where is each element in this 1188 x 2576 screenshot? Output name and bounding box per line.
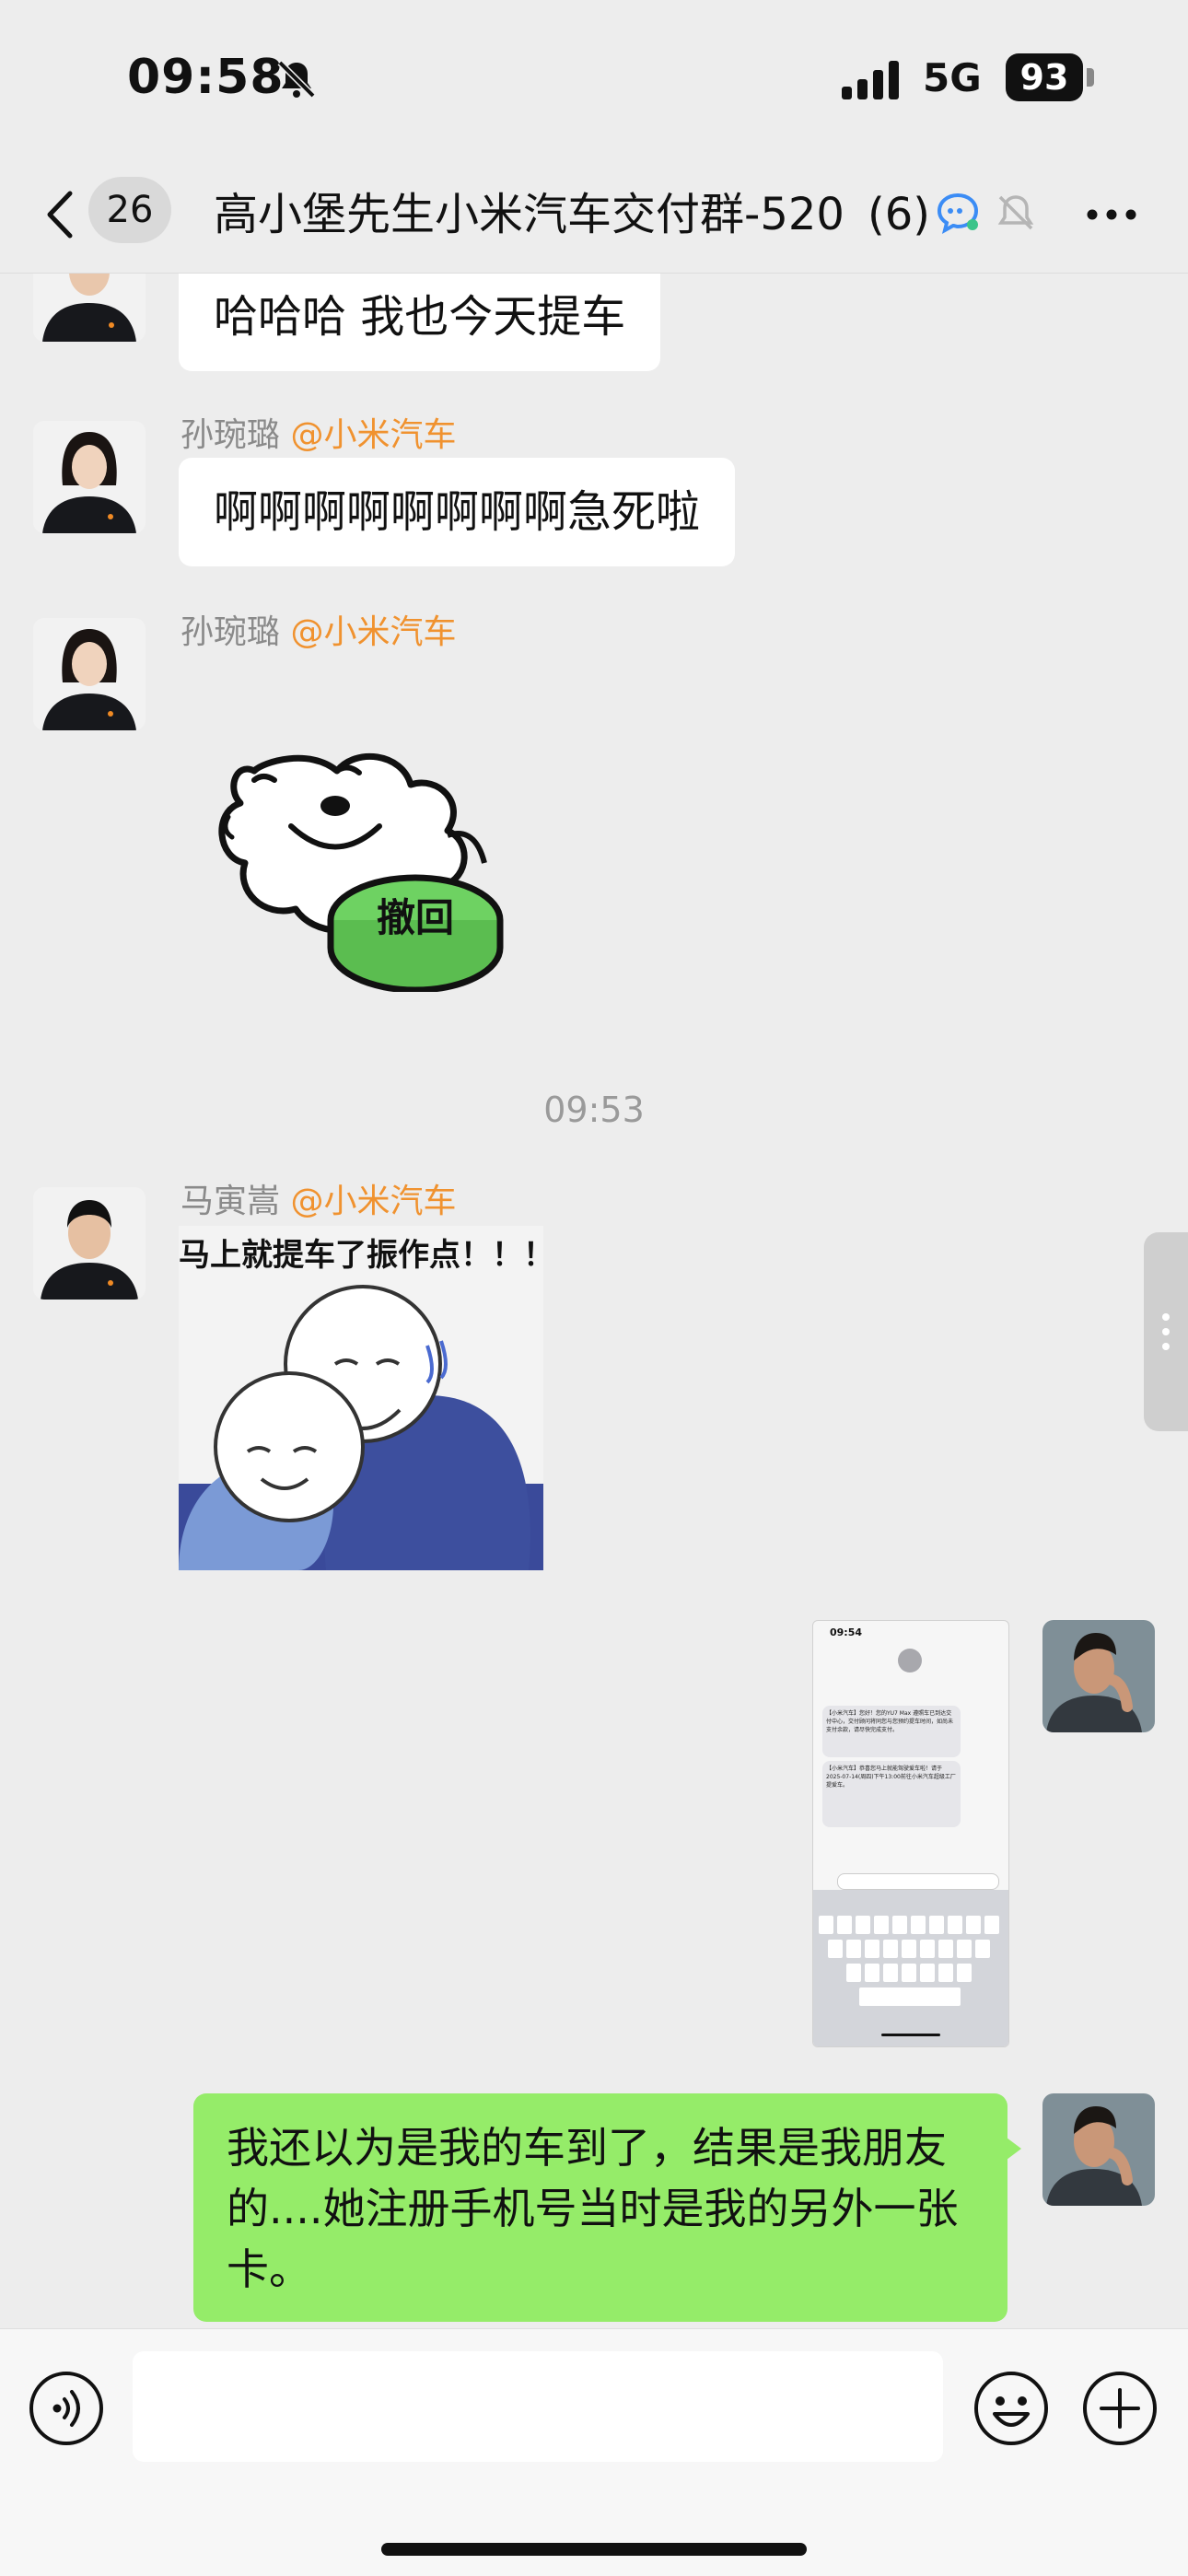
status-bar: 09:58 5G 93 — [0, 0, 1188, 157]
sticker-caption: 马上就提车了振作点！！！ — [179, 1237, 554, 1274]
my-avatar[interactable] — [1042, 2093, 1155, 2206]
mute-bell-icon — [997, 195, 1034, 230]
sticker-recall[interactable]: 撤回 — [199, 679, 530, 994]
thumb-sms-2: 【小米汽车】恭喜您马上就能驾驶爱车啦！请于2025-07-14(周四)下午13:… — [822, 1761, 961, 1827]
unread-count-badge[interactable]: 26 — [88, 177, 171, 243]
avatar[interactable] — [33, 421, 146, 533]
side-drawer-handle[interactable] — [1144, 1232, 1188, 1431]
sender-name: 孙琬璐 @小米汽车 — [181, 605, 456, 653]
sticker-meme[interactable]: 马上就提车了振作点！！！ — [179, 1226, 554, 1570]
status-time: 09:58 — [127, 50, 285, 105]
sender-tag: @小米汽车 — [290, 416, 457, 454]
input-bar — [0, 2328, 1188, 2576]
signal-icon — [842, 61, 899, 99]
battery-indicator: 93 — [1006, 53, 1083, 101]
timestamp-separator: 09:53 — [543, 1090, 645, 1130]
thumb-time: 09:54 — [830, 1626, 863, 1638]
voice-icon[interactable] — [28, 2370, 105, 2447]
sender-tag: @小米汽车 — [290, 613, 457, 651]
thumb-input — [837, 1873, 999, 1890]
message-input[interactable] — [133, 2351, 943, 2462]
plus-icon[interactable] — [1081, 2370, 1159, 2447]
avatar[interactable] — [33, 274, 146, 342]
sender-name: 孙琬璐 @小米汽车 — [181, 408, 456, 456]
group-title[interactable]: 高小堡先生小米汽车交付群-520 — [214, 182, 923, 247]
avatar[interactable] — [33, 1187, 146, 1300]
battery-tip — [1087, 68, 1094, 87]
thumb-sender-icon — [898, 1649, 922, 1673]
bell-off-icon — [277, 60, 316, 99]
sticker-text: 撤回 — [377, 895, 454, 940]
message-bubble[interactable]: 啊啊啊啊啊啊啊啊急死啦 — [179, 458, 736, 566]
home-indicator — [381, 2543, 807, 2556]
member-count: (6) — [864, 182, 930, 247]
sender-name-text: 孙琬璐 — [181, 613, 281, 651]
thumb-sms-1: 【小米汽车】您好！您的YU7 Max 遵照车已到达交付中心，交付顾问将同您与您预… — [822, 1706, 961, 1757]
avatar[interactable] — [33, 618, 146, 730]
sender-name: 马寅嵩 @小米汽车 — [181, 1174, 456, 1222]
ai-assistant-icon[interactable] — [932, 188, 984, 239]
chat-area: 哈哈哈 我也今天提车 孙琬璐 @小米汽车 啊啊啊啊啊啊啊啊急死啦 孙琬璐 @小米… — [0, 274, 1188, 2328]
bubble-tail — [1007, 2138, 1021, 2160]
chat-header: 26 高小堡先生小米汽车交付群-520 (6) — [0, 157, 1188, 274]
sender-tag: @小米汽车 — [290, 1183, 457, 1220]
sender-name-text: 马寅嵩 — [181, 1183, 281, 1220]
message-bubble[interactable]: 我还以为是我的车到了，结果是我朋友的....她注册手机号当时是我的另外一张卡。 — [193, 2093, 1007, 2322]
back-arrow-icon[interactable] — [37, 182, 83, 247]
my-avatar[interactable] — [1042, 1620, 1155, 1732]
network-type: 5G — [923, 55, 982, 100]
emoji-icon[interactable] — [973, 2370, 1050, 2447]
sender-name-text: 孙琬璐 — [181, 416, 281, 454]
screenshot-thumbnail[interactable]: 09:54 【小米汽车】您好！您的YU7 Max 遵照车已到达交付中心，交付顾问… — [812, 1620, 1009, 2047]
message-bubble[interactable]: 哈哈哈 我也今天提车 — [179, 274, 661, 371]
more-options-icon[interactable] — [1079, 190, 1144, 239]
thumb-keyboard — [813, 1890, 1008, 2046]
